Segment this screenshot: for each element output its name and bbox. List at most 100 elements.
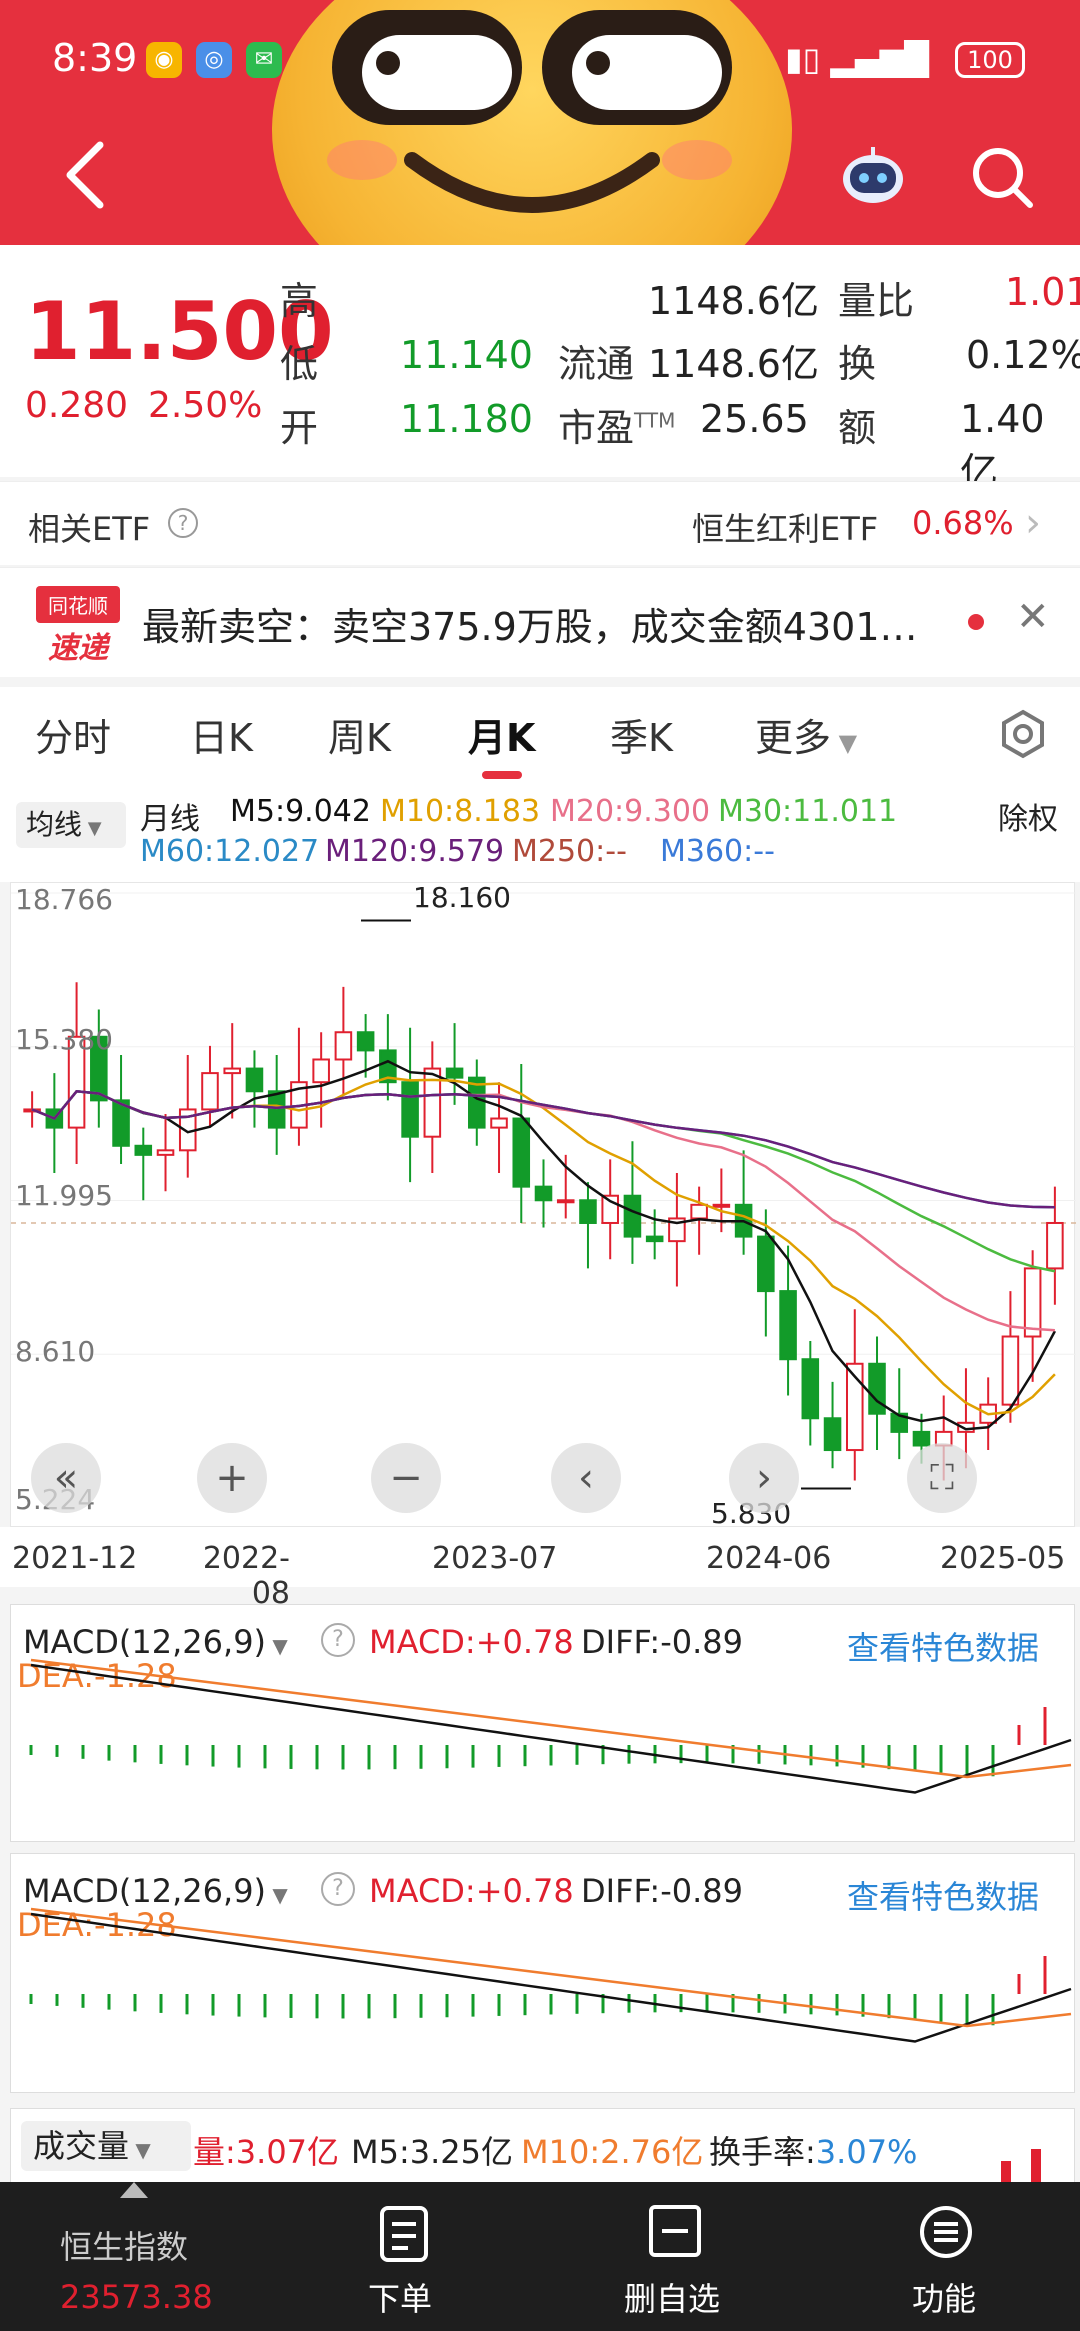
volume-select[interactable]: 成交量 ▼ [21,2121,191,2171]
tab-monthly-k[interactable]: 月K [468,707,535,762]
news-ticker[interactable]: 同花顺 速递 最新卖空：卖空375.9万股，成交金额4301… ✕ [0,567,1080,677]
chevron-left-icon[interactable]: ‹ [551,1443,621,1513]
tab-quarterly-k[interactable]: 季K [610,707,673,762]
expand-up-icon[interactable] [120,2182,148,2198]
kline-chart[interactable]: 18.766 15.380 11.995 8.610 5.224 18.160 … [10,881,1076,1530]
turnover-value: 0.12% [966,333,1080,377]
status-time: 8:39 [52,36,138,80]
candle-body [1046,1221,1064,1270]
candle-body [312,1058,330,1084]
battery-icon: 100 [955,42,1025,78]
ma-m10: M10:8.183 [380,794,541,829]
chevron-right-icon[interactable]: › [729,1443,799,1513]
pe-label: 市盈TTM [558,406,676,450]
settings-icon[interactable] [998,709,1048,759]
search-icon[interactable] [970,145,1035,210]
remove-watchlist-button[interactable]: 删自选 [624,2274,720,2320]
robot-assistant-icon[interactable] [840,145,906,205]
weibo-icon: ◉ [146,42,182,78]
moving-average-legend: 均线 ▼ 月线 M5:9.042 M10:8.183 M20:9.300 M30… [0,782,1080,882]
candle-body [823,1417,842,1452]
right-eye [542,10,732,125]
ma-type: 月线 [140,802,200,837]
ma-m360: M360:-- [660,834,775,869]
kline-tabs: 分时 日K 周K 月K 季K 更多 ▼ [0,687,1080,782]
ma-m250: M250:-- [512,834,627,869]
candle-body [201,1072,219,1111]
order-button[interactable]: 下单 [368,2274,432,2320]
close-icon[interactable]: ✕ [1016,594,1050,640]
x-tick: 2025-05 [940,1541,1066,1576]
ma-m120: M120:9.579 [325,834,505,869]
candle-body [156,1149,175,1156]
candle-body [690,1203,708,1220]
help-icon[interactable]: ? [168,508,198,538]
macd-svg [29,1658,1072,1794]
candle-body [579,1199,597,1224]
candle-body [134,1144,153,1156]
indicator-select[interactable]: 均线 ▼ [16,802,126,848]
candle-body [912,1430,931,1447]
candle-body [623,1194,642,1238]
candle-body [245,1067,264,1093]
y-tick: 15.380 [15,1023,113,1056]
ma-m30: M30:11.011 [718,794,898,829]
float-label: 流通 [558,342,635,386]
tab-more[interactable]: 更多 ▼ [755,707,857,762]
low-value: 11.140 [400,333,533,377]
bottom-nav: 恒生指数 23573.38 下单 删自选 功能 [0,2182,1080,2331]
candle-body [334,1031,353,1061]
float-cap-value: 1148.6亿 [648,342,819,386]
candle-body [445,1067,464,1079]
turnover-rate: 换手率:3.07% [709,2133,918,2171]
x-axis-dates: 2021-12 2022-08 2023-07 2024-06 2025-05 [0,1527,1080,1611]
macd-panel: MACD(12,26,9) ▼ ? MACD:+0.78 DIFF:-0.89 … [10,1604,1075,1842]
tab-weekly-k[interactable]: 周K [328,707,391,762]
open-value: 11.180 [400,397,533,441]
battery-level: 100 [967,46,1013,74]
order-icon[interactable] [378,2204,430,2264]
ths-logo-icon: 同花顺 速递 [36,586,120,666]
function-icon[interactable] [918,2204,974,2260]
related-etf-row[interactable]: 相关ETF ? 恒生红利ETF 0.68% › [0,481,1080,565]
y-tick: 8.610 [15,1335,96,1368]
candle-body [801,1358,820,1420]
volume-m5: M5:3.25亿 [351,2133,514,2171]
x-tick: 2022-08 [202,1541,290,1611]
x-tick: 2024-06 [706,1541,832,1576]
macd-svg [29,1907,1072,2043]
app-icon: ◎ [196,42,232,78]
tab-intraday[interactable]: 分时 [35,707,111,762]
left-blush [327,140,397,180]
ex-rights-button[interactable]: 除权 [998,794,1058,838]
active-tab-indicator [482,771,522,779]
low-label: 低 [280,342,319,386]
index-name[interactable]: 恒生指数 [60,2222,188,2268]
etf-pct: 0.68% [912,504,1014,542]
zoom-out-icon[interactable]: − [371,1443,441,1513]
back-icon[interactable] [60,140,110,210]
high-annotation: 18.160 [413,881,511,914]
x-tick: 2021-12 [12,1541,138,1576]
wechat-icon: ✉ [246,42,282,78]
x-tick: 2023-07 [432,1541,558,1576]
zoom-in-icon[interactable]: + [197,1443,267,1513]
candle-body [223,1067,242,1075]
fullscreen-icon[interactable]: ⛶ [907,1443,977,1513]
total-cap-value: 1148.6亿 [648,279,819,323]
remove-watchlist-icon[interactable] [648,2204,702,2258]
amount-label: 额 [838,406,877,450]
candle-body [490,1117,508,1129]
tab-daily-k[interactable]: 日K [190,707,253,762]
ma-m60: M60:12.027 [140,834,320,869]
price-change-pct: 2.50% [148,385,263,426]
function-button[interactable]: 功能 [912,2274,976,2320]
open-label: 开 [280,406,319,450]
candle-body [757,1235,775,1293]
etf-name: 恒生红利ETF [692,510,879,548]
volume-amount: 量:3.07亿 [193,2133,340,2171]
fast-rewind-icon[interactable]: « [31,1443,101,1513]
volume-ratio-label: 量比 [838,279,915,323]
smile-mouth [404,152,660,213]
high-label: 高 [280,279,319,323]
